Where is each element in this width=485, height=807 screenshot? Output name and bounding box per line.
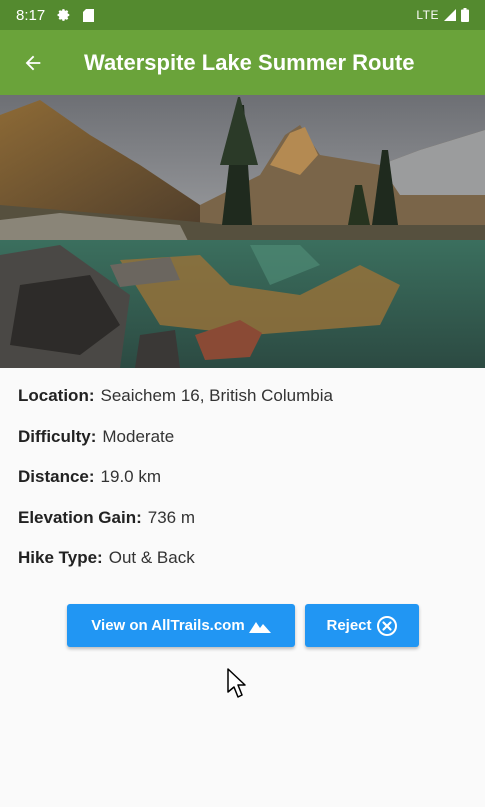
gear-icon [57, 9, 70, 21]
detail-row-location: Location: Seaichem 16, British Columbia [18, 386, 468, 427]
reject-button[interactable]: Reject [305, 604, 419, 647]
detail-value: Moderate [102, 426, 175, 446]
trail-photo [0, 95, 485, 368]
detail-label: Difficulty: [18, 426, 97, 446]
arrow-left-icon [25, 55, 41, 70]
status-time: 8:17 [16, 6, 46, 24]
mountain-icon [248, 621, 271, 633]
signal-icon [444, 9, 456, 21]
detail-row-elevation: Elevation Gain: 736 m [18, 508, 468, 549]
back-button[interactable] [8, 38, 58, 88]
detail-row-difficulty: Difficulty: Moderate [18, 427, 468, 468]
detail-value: 19.0 km [100, 467, 162, 486]
view-alltrails-button[interactable]: View on AllTrails.com [67, 604, 295, 647]
detail-label: Hike Type: [18, 548, 103, 567]
status-bar: 8:17 LTE [0, 0, 485, 30]
battery-icon [461, 8, 469, 22]
detail-row-hike-type: Hike Type: Out & Back [18, 548, 468, 589]
detail-row-distance: Distance: 19.0 km [18, 467, 468, 508]
status-indicators: LTE [416, 8, 469, 22]
detail-label: Location: [18, 386, 95, 405]
view-alltrails-label: View on AllTrails.com [91, 617, 245, 634]
app-bar: Waterspite Lake Summer Route [0, 30, 485, 95]
mouse-pointer-icon [227, 668, 246, 698]
detail-value: Out & Back [108, 548, 195, 567]
reject-label: Reject [326, 617, 372, 634]
detail-value: 736 m [147, 507, 195, 527]
detail-label: Distance: [18, 467, 95, 486]
mountain-lake-photo [0, 95, 485, 368]
detail-value: Seaichem 16, British Columbia [100, 386, 333, 405]
trail-details: Location: Seaichem 16, British Columbia … [18, 386, 468, 589]
detail-label: Elevation Gain: [18, 507, 142, 527]
action-buttons: View on AllTrails.com Reject [67, 604, 419, 647]
network-type: LTE [416, 8, 439, 22]
page-title: Waterspite Lake Summer Route [84, 49, 415, 75]
sd-card-icon [83, 8, 95, 22]
close-circle-icon [376, 615, 397, 636]
